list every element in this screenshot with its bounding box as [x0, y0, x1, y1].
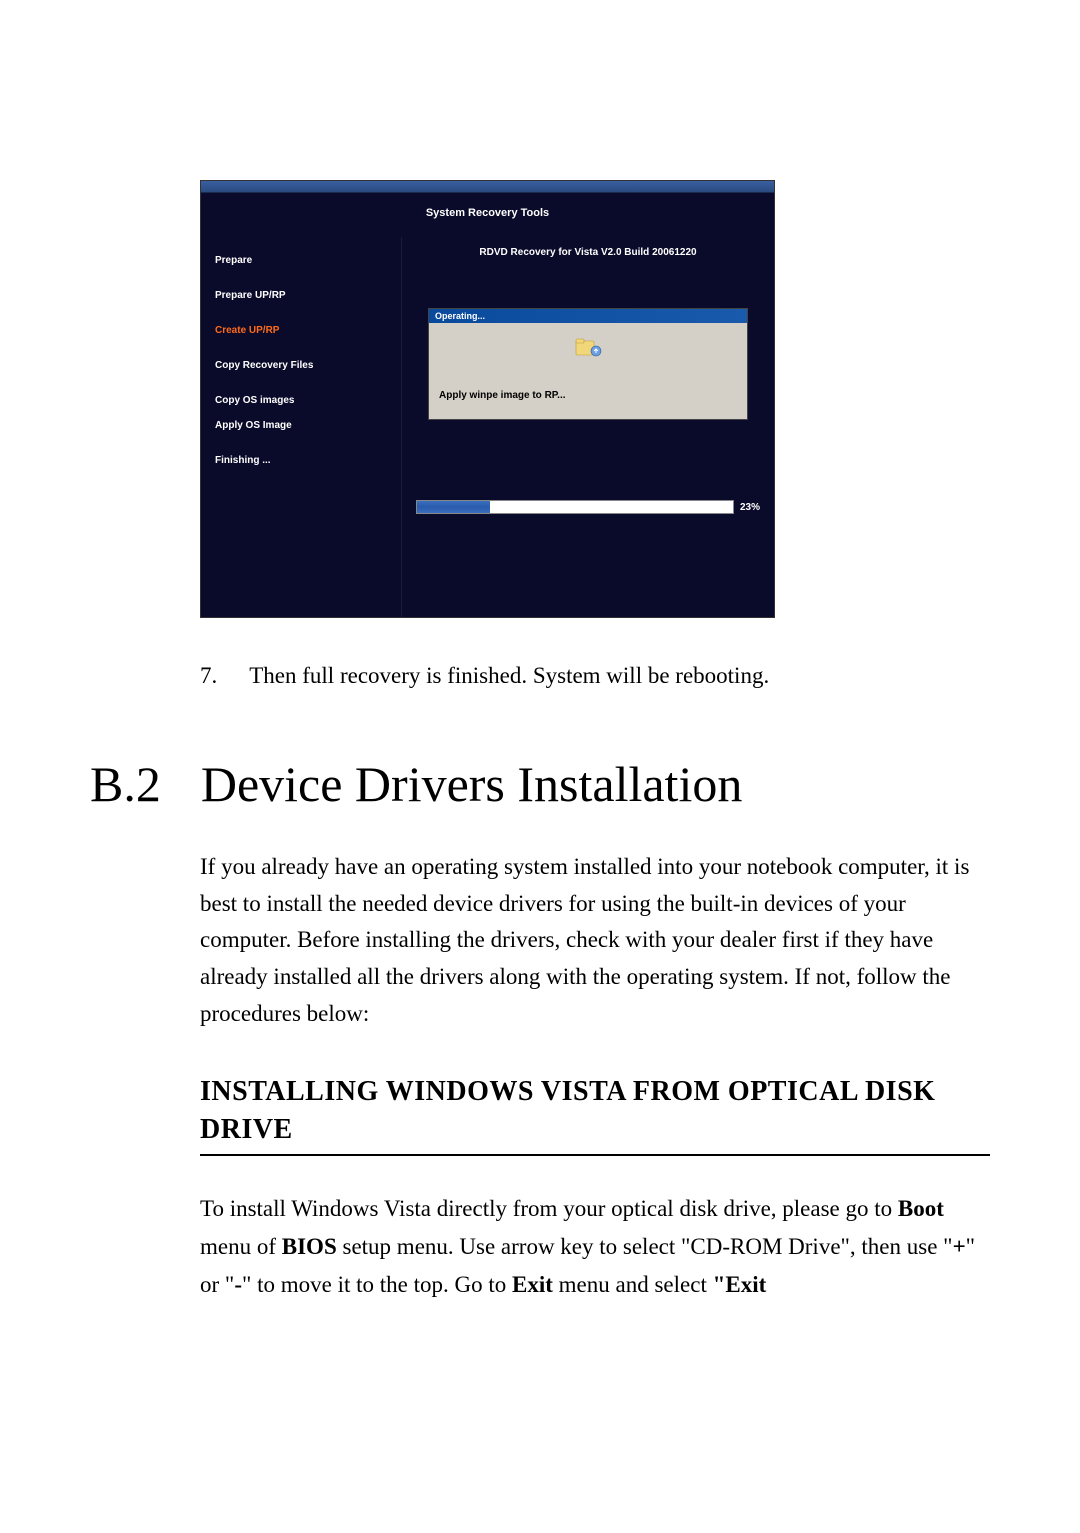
section-heading: B.2 Device Drivers Installation — [90, 755, 990, 813]
p2-b2: BIOS — [282, 1234, 337, 1259]
recovery-main-title: RDVD Recovery for Vista V2.0 Build 20061… — [416, 247, 760, 258]
operating-dialog-content: Apply winpe image to RP... — [429, 323, 747, 419]
window-titlebar — [201, 181, 774, 193]
recovery-screenshot: System Recovery Tools Prepare Prepare UP… — [200, 180, 990, 618]
step-number: 7. — [200, 658, 217, 695]
folder-transfer-icon — [574, 335, 602, 359]
window-title: System Recovery Tools — [201, 193, 774, 237]
p2-b1: Boot — [898, 1196, 944, 1221]
sidebar-step-copy-os: Copy OS images — [215, 395, 387, 406]
sidebar-step-finishing: Finishing ... — [215, 455, 387, 466]
sidebar-step-apply-os: Apply OS Image — [215, 420, 387, 431]
p2-b3: + — [953, 1234, 966, 1259]
progress-row: 23% — [416, 500, 760, 514]
p2-b4: - — [234, 1272, 242, 1297]
progress-bar — [416, 500, 734, 514]
step-7: 7. Then full recovery is finished. Syste… — [200, 658, 990, 695]
p2-t5: " to move it to the top. Go to — [242, 1272, 512, 1297]
p2-b5: Exit — [512, 1272, 553, 1297]
p2-t2: menu of — [200, 1234, 282, 1259]
section-number: B.2 — [90, 755, 161, 813]
step-text: Then full recovery is finished. System w… — [249, 658, 769, 695]
progress-bar-fill — [417, 501, 490, 513]
operating-dialog-message: Apply winpe image to RP... — [439, 390, 737, 401]
p2-t3: setup menu. Use arrow key to select "CD-… — [337, 1234, 953, 1259]
p2-t1: To install Windows Vista directly from y… — [200, 1196, 898, 1221]
section-title: Device Drivers Installation — [201, 755, 742, 813]
intro-paragraph: If you already have an operating system … — [200, 849, 990, 1033]
operating-dialog: Operating... Apply winpe image to RP... — [428, 308, 748, 420]
operating-dialog-title: Operating... — [429, 309, 747, 323]
sidebar-step-create-uprp: Create UP/RP — [215, 325, 387, 336]
recovery-main: RDVD Recovery for Vista V2.0 Build 20061… — [401, 237, 774, 617]
p2-t6: menu and select — [553, 1272, 713, 1297]
recovery-sidebar: Prepare Prepare UP/RP Create UP/RP Copy … — [201, 237, 401, 617]
recovery-window: System Recovery Tools Prepare Prepare UP… — [200, 180, 775, 618]
sidebar-step-copy-recovery: Copy Recovery Files — [215, 360, 387, 371]
progress-percent: 23% — [740, 502, 760, 513]
subheading-installing-vista: INSTALLING WINDOWS VISTA FROM OPTICAL DI… — [200, 1073, 990, 1157]
p2-b6: "Exit — [713, 1272, 767, 1297]
recovery-body: Prepare Prepare UP/RP Create UP/RP Copy … — [201, 237, 774, 617]
sidebar-step-prepare: Prepare — [215, 255, 387, 266]
install-paragraph: To install Windows Vista directly from y… — [200, 1190, 990, 1304]
sidebar-step-prepare-uprp: Prepare UP/RP — [215, 290, 387, 301]
